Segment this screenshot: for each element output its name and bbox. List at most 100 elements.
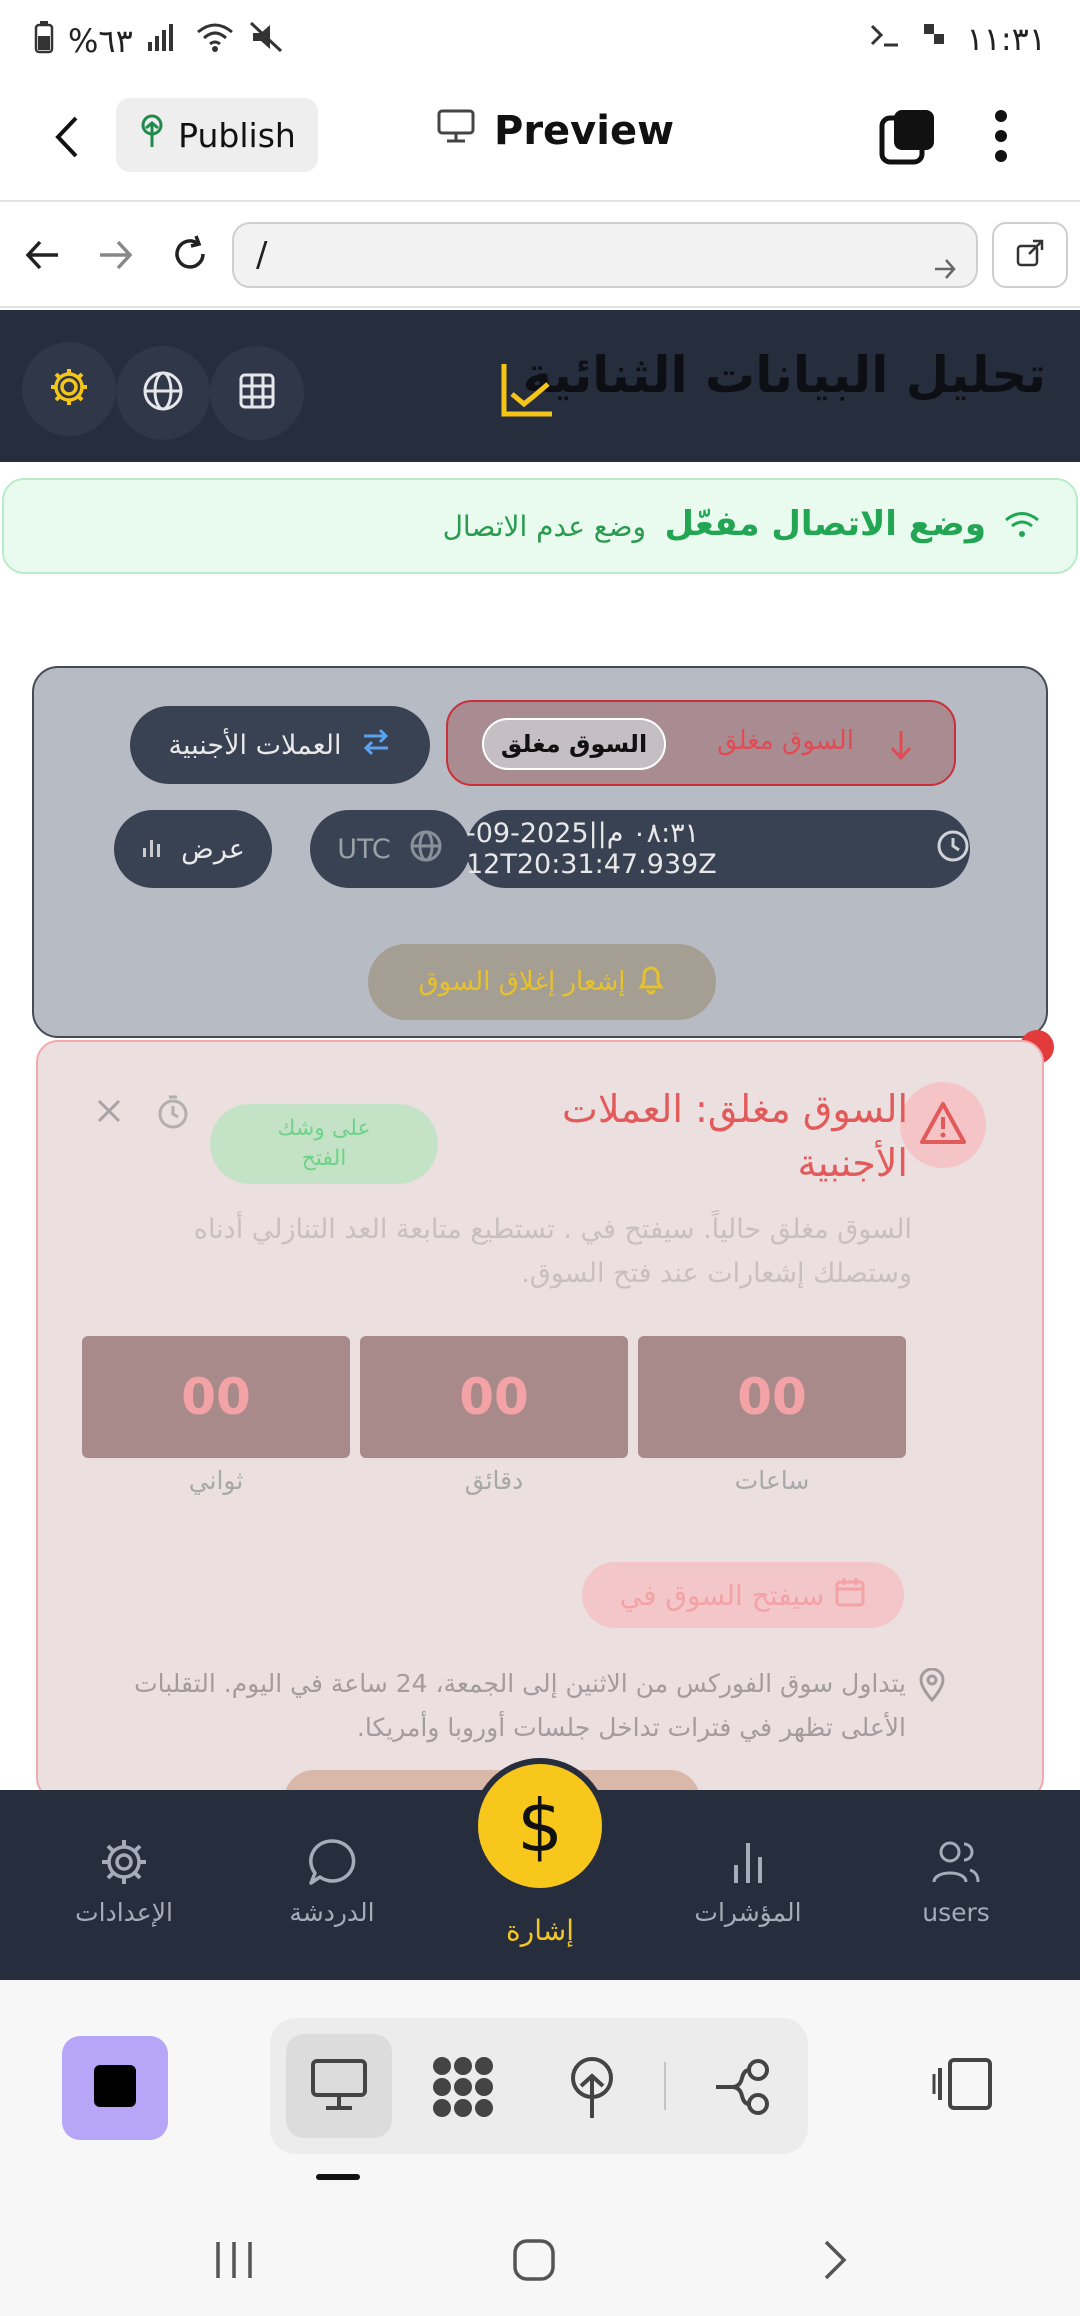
status-right: ١١:٣١ <box>868 20 1046 58</box>
timer-icon[interactable] <box>156 1094 190 1134</box>
nav-indicators-label: المؤشرات <box>694 1898 802 1927</box>
publish-button[interactable]: Publish <box>116 98 318 172</box>
page-header: تحليل البيانات الثنائية <box>0 310 1080 462</box>
system-navigation-bar <box>0 2210 1080 2316</box>
nav-indicators[interactable]: المؤشرات <box>648 1832 848 1927</box>
alert-title: السوق مغلق: العملات الأجنبية <box>562 1087 908 1185</box>
status-bar: %٦٣ ١١:٣١ <box>0 0 1080 80</box>
offline-mode-toggle[interactable]: وضع عدم الاتصال <box>443 510 646 543</box>
more-vert-icon[interactable] <box>994 108 1008 168</box>
settings-button[interactable] <box>22 342 116 436</box>
workflow-icon[interactable] <box>714 2058 774 2120</box>
users-icon <box>856 1832 1056 1892</box>
stop-button[interactable] <box>62 2036 168 2140</box>
view-chip[interactable]: عرض <box>114 810 272 888</box>
active-tab-indicator <box>316 2174 360 2180</box>
market-closed-pill: السوق مغلق <box>482 718 666 770</box>
nav-signal-label: إشارة <box>506 1914 574 1947</box>
reload-icon[interactable] <box>170 234 210 278</box>
mute-icon <box>249 21 285 61</box>
hours-label: ساعات <box>734 1466 810 1495</box>
location-pin-icon <box>918 1667 946 1706</box>
gear-icon <box>48 366 90 412</box>
chart-logo-icon <box>500 360 556 424</box>
language-button[interactable] <box>116 346 210 440</box>
connection-status-text: وضع الاتصال مفعّل <box>664 504 986 544</box>
bell-icon <box>636 963 666 1002</box>
minutes-label: دقائق <box>464 1466 524 1495</box>
signal-fab-button[interactable]: $ <box>472 1758 608 1894</box>
url-input[interactable]: / <box>232 222 978 288</box>
browser-back-icon[interactable] <box>24 238 60 276</box>
app-notification-icon <box>922 20 948 58</box>
clock-time: ١١:٣١ <box>966 20 1046 58</box>
browser-forward-icon[interactable] <box>98 238 134 276</box>
preview-mode-button[interactable] <box>286 2034 392 2138</box>
browser-url-bar: / <box>0 204 1080 308</box>
view-mode-group <box>270 2018 808 2154</box>
market-close-notification-button[interactable]: إشعار إغلاق السوق <box>368 944 716 1020</box>
warning-icon <box>918 1100 968 1150</box>
market-closed-text: السوق مغلق <box>717 726 854 756</box>
home-icon[interactable] <box>512 2238 556 2286</box>
opens-at-button[interactable]: سيفتح السوق في <box>582 1562 904 1628</box>
battery-percent: %٦٣ <box>68 22 133 60</box>
nav-settings-label: الإعدادات <box>75 1898 173 1927</box>
nav-chat[interactable]: الدردشة <box>232 1832 432 1927</box>
market-status-banner: السوق مغلق السوق مغلق <box>446 700 956 786</box>
back-nav-icon[interactable] <box>820 2238 850 2286</box>
opens-label: سيفتح السوق في <box>619 1578 825 1612</box>
badge-text: على وشك الفتح <box>277 1116 371 1171</box>
close-icon[interactable] <box>96 1098 122 1128</box>
notify-label: إشعار إغلاق السوق <box>418 967 626 997</box>
tabs-icon[interactable] <box>878 106 938 170</box>
forex-label: العملات الأجنبية <box>168 729 342 761</box>
forex-chip[interactable]: العملات الأجنبية <box>130 706 430 784</box>
view-label: عرض <box>181 833 245 865</box>
page-title: تحليل البيانات الثنائية <box>522 346 1046 404</box>
wifi-status-icon <box>1004 510 1040 544</box>
grid-button[interactable] <box>210 346 304 440</box>
terminal-icon <box>868 20 904 58</box>
timezone-chip[interactable]: UTC <box>310 810 470 888</box>
calendar-icon <box>834 1576 866 1615</box>
globe-icon <box>142 370 184 416</box>
alert-description: السوق مغلق حالياً. سيفتح في . تستطيع متا… <box>193 1214 912 1289</box>
dollar-icon: $ <box>517 1784 563 1868</box>
datetime-text: ٠٨:٣١ م||2025-09-12T20:31:47.939Z <box>466 818 717 880</box>
deploy-tree-icon[interactable] <box>566 2056 618 2124</box>
editor-toolbar <box>0 1980 1080 2210</box>
forex-info-text: يتداول سوق الفوركس من الاثنين إلى الجمعة… <box>134 1669 906 1742</box>
preview-toggle[interactable]: Preview <box>436 108 674 154</box>
app-header: Publish Preview <box>0 80 1080 202</box>
recents-icon[interactable] <box>212 2238 256 2286</box>
nav-users[interactable]: users <box>856 1832 1056 1927</box>
clock-icon <box>936 829 970 870</box>
publish-tree-icon <box>138 114 166 156</box>
timezone-globe-icon <box>409 829 443 870</box>
open-external-button[interactable] <box>992 222 1068 288</box>
exchange-icon <box>360 728 392 763</box>
nav-settings[interactable]: الإعدادات <box>24 1832 224 1927</box>
preview-label: Preview <box>494 108 675 154</box>
url-text: / <box>256 235 268 275</box>
minutes-value: 00 <box>360 1336 628 1458</box>
components-icon[interactable] <box>430 2054 496 2124</box>
arrow-down-icon <box>888 728 914 766</box>
battery-icon <box>34 20 54 62</box>
back-chevron-icon[interactable] <box>52 114 82 164</box>
market-closed-alert: السوق مغلق: العملات الأجنبية على وشك الف… <box>36 1040 1044 1800</box>
panel-layout-icon[interactable] <box>932 2056 994 2116</box>
go-arrow-icon[interactable] <box>932 240 958 302</box>
hours-value: 00 <box>638 1336 906 1458</box>
bar-chart-icon <box>648 1832 848 1892</box>
market-panel: السوق مغلق السوق مغلق العملات الأجنبية ٠… <box>32 666 1048 1038</box>
opening-soon-badge: على وشك الفتح <box>210 1104 438 1184</box>
bars-icon <box>141 834 163 865</box>
seconds-value: 00 <box>82 1336 350 1458</box>
signal-icon <box>147 22 181 60</box>
publish-label: Publish <box>178 115 296 155</box>
grid-icon <box>238 372 276 414</box>
timezone-label: UTC <box>337 833 391 865</box>
chat-bubble-icon <box>232 1832 432 1892</box>
